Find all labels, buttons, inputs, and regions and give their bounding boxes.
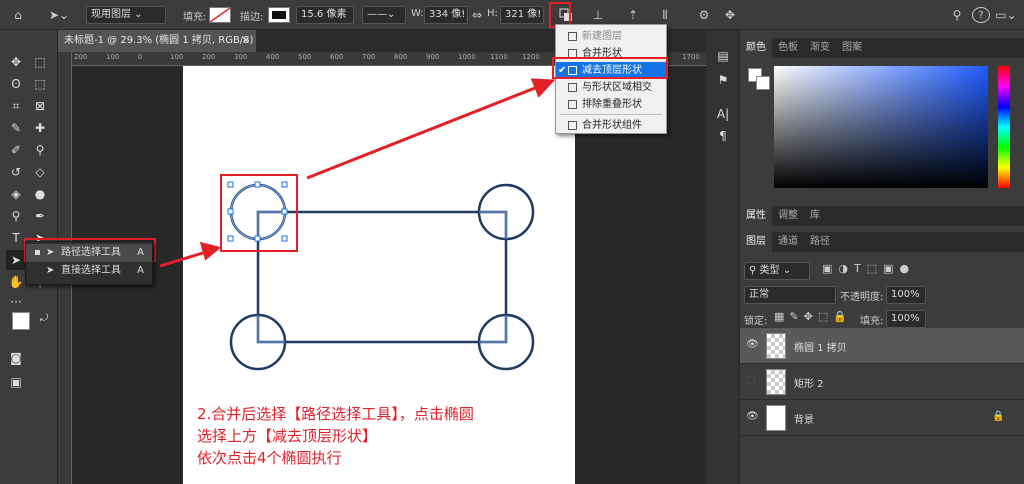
menu-item-label: 与形状区域相交 (582, 82, 652, 93)
merge-components-icon (568, 121, 577, 130)
tab-paths[interactable]: 路径 (804, 232, 836, 252)
flyout-item-label: 直接选择工具 (61, 265, 121, 276)
tool-flyout: ▪ ➤ 路径选择工具 A ➤ 直接选择工具 A (25, 241, 153, 285)
layer-name: 椭圆 1 拷贝 (794, 343, 847, 354)
eye-icon[interactable]: 👁 (746, 411, 759, 422)
tab-color[interactable]: 颜色 (740, 38, 772, 58)
tab-properties[interactable]: 属性 (740, 206, 772, 226)
layer-name: 矩形 2 (794, 379, 824, 390)
color-field[interactable] (774, 66, 988, 188)
flyout-selected-dot: ▪ (34, 247, 41, 258)
menu-item-label: 排除重叠形状 (582, 99, 642, 110)
flyout-path-select-tool[interactable]: ▪ ➤ 路径选择工具 A (26, 244, 152, 262)
menu-merge-components[interactable]: 合并形状组件 (556, 117, 666, 134)
lock-icons[interactable]: ▦✎✥⬚🔒 (774, 310, 852, 323)
annotation-line-3: 依次点击4个椭圆执行 (197, 449, 342, 467)
menu-intersect-shapes[interactable]: 与形状区域相交 (556, 79, 666, 96)
exclude-overlap-icon (568, 100, 577, 109)
properties-panel-tabs: 属性 调整 库 (740, 206, 1024, 226)
eye-icon[interactable]: 👁 (746, 339, 759, 350)
hue-slider[interactable] (998, 66, 1010, 188)
layer-filter-value: 类型 (759, 265, 780, 276)
lock-icon: 🔒 (992, 411, 1005, 422)
layers-panel-tabs: 图层 通道 路径 (740, 232, 1024, 252)
layer-thumbnail (766, 333, 786, 359)
opacity-value: 100% (891, 289, 920, 300)
tab-swatches[interactable]: 色板 (772, 38, 804, 58)
direct-select-arrow-icon: ➤ (46, 265, 55, 276)
blend-mode-dropdown[interactable]: 正常 (744, 286, 836, 304)
color-panel-tabs: 颜色 色板 渐变 图案 (740, 38, 1024, 58)
menu-new-layer[interactable]: 新建图层 (556, 28, 666, 45)
layer-name: 背景 (794, 415, 814, 426)
inner-quadrant-lines (257, 211, 507, 343)
paragraph-icon[interactable]: ¶ (713, 126, 733, 146)
flyout-shortcut: A (137, 247, 144, 258)
new-layer-icon (568, 32, 577, 41)
menu-exclude-overlap[interactable]: 排除重叠形状 (556, 96, 666, 113)
menu-item-label: 合并形状组件 (582, 120, 642, 131)
path-select-arrow-icon: ➤ (46, 247, 55, 258)
color-bg-swatch[interactable] (756, 76, 770, 90)
character-icon[interactable]: A| (713, 104, 733, 124)
fill-opacity-label: 填充: (860, 316, 884, 327)
menu-divider (560, 114, 662, 115)
layer-row-background[interactable]: 👁 背景 🔒 (740, 400, 1024, 436)
path-operations-menu: 新建图层 合并形状 ✔ 减去顶层形状 与形状区域相交 排除重叠形状 合并形状组件 (555, 24, 667, 134)
fill-opacity-value: 100% (891, 313, 920, 324)
tab-adjustments[interactable]: 调整 (772, 206, 804, 226)
flyout-shortcut: A (137, 265, 144, 276)
fill-opacity-field[interactable]: 100% (886, 310, 926, 328)
tab-gradients[interactable]: 渐变 (804, 38, 836, 58)
layer-row-ellipse-copy[interactable]: 👁 椭圆 1 拷贝 (740, 328, 1024, 364)
layer-thumbnail (766, 369, 786, 395)
panel-dock: ▤ ⚑ A| ¶ (706, 30, 740, 484)
annotation-arrows (159, 78, 556, 268)
comments-icon[interactable]: ▤ (713, 46, 733, 66)
rectangle-shape[interactable] (256, 210, 508, 344)
flyout-direct-select-tool[interactable]: ➤ 直接选择工具 A (26, 262, 152, 280)
flyout-item-label: 路径选择工具 (61, 247, 121, 258)
instruction-annotation: 2.合并后选择【路径选择工具】，点击椭圆 选择上方【减去顶层形状】 依次点击4个… (197, 403, 577, 469)
opacity-field[interactable]: 100% (886, 286, 926, 304)
layer-row-rect[interactable]: ▢ 矩形 2 (740, 364, 1024, 400)
annotation-line-2: 选择上方【减去顶层形状】 (197, 427, 378, 445)
history-icon[interactable]: ⚑ (713, 70, 733, 90)
lock-label: 锁定: (744, 316, 768, 327)
tab-libraries[interactable]: 库 (804, 206, 826, 226)
eye-hidden-icon[interactable]: ▢ (746, 375, 755, 386)
annotation-line-1: 2.合并后选择【路径选择工具】，点击椭圆 (197, 405, 474, 423)
tab-layers[interactable]: 图层 (740, 232, 772, 252)
tab-channels[interactable]: 通道 (772, 232, 804, 252)
subtract-item-highlight (552, 57, 668, 79)
intersect-shapes-icon (568, 83, 577, 92)
opacity-label: 不透明度: (840, 292, 884, 303)
right-panels: 颜色 色板 渐变 图案 属性 调整 库 图层 通道 路径 ⚲ 类型 ⌄ ▣◑T⬚… (740, 30, 1024, 484)
layer-thumbnail (766, 405, 786, 431)
menu-item-label: 新建图层 (582, 31, 622, 42)
layer-filter-dropdown[interactable]: ⚲ 类型 ⌄ (744, 262, 810, 280)
layer-filter-icons[interactable]: ▣◑T⬚▣● (822, 262, 915, 275)
tab-patterns[interactable]: 图案 (836, 38, 868, 58)
blend-mode-value: 正常 (749, 289, 769, 300)
